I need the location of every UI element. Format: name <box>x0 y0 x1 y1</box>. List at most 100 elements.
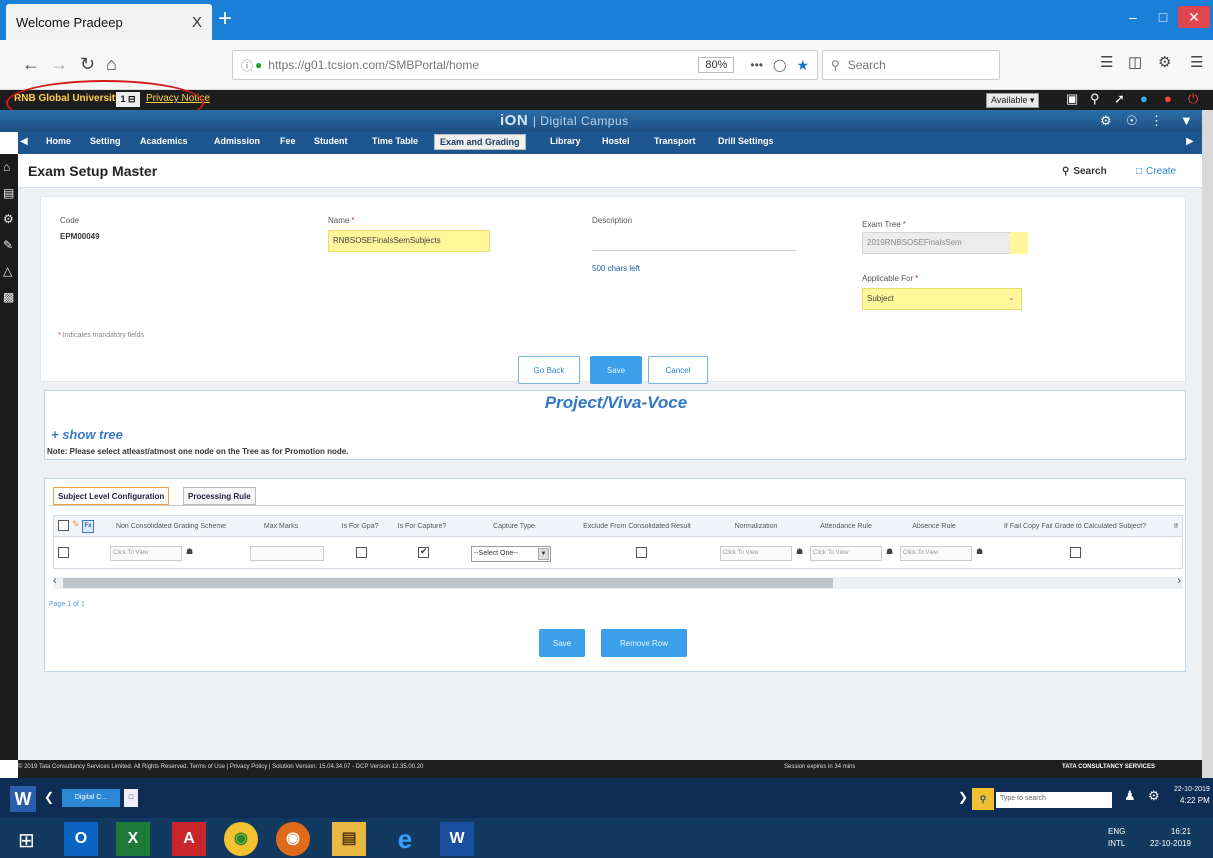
lookup-icon[interactable]: ☗ <box>886 547 893 556</box>
exam-tree-field[interactable]: 2019RNBSOSEFinalsSem <box>862 232 1012 254</box>
shield-icon[interactable]: ☉ <box>1126 113 1138 129</box>
scroll-right-icon[interactable]: › <box>1177 575 1181 587</box>
lookup-icon[interactable]: ☗ <box>796 547 803 556</box>
horizontal-scrollbar[interactable]: ‹ › <box>53 575 1183 589</box>
info-icon[interactable]: ⓘ <box>241 57 253 74</box>
home-small-icon[interactable]: ▣ <box>1066 91 1078 107</box>
lookup-icon[interactable]: ☗ <box>186 547 193 556</box>
absence-rule-input[interactable]: Click To View <box>900 546 972 561</box>
sidebar-icon[interactable]: ◫ <box>1128 53 1142 71</box>
menu-item-fee[interactable]: Fee <box>280 136 296 146</box>
taskbar-window-icon[interactable]: □ <box>124 789 138 807</box>
create-button[interactable]: □ Create <box>1136 166 1176 177</box>
extension-icon[interactable]: ⚙ <box>1158 53 1171 71</box>
internet-explorer-icon[interactable]: e <box>388 822 422 856</box>
taskbar-app-digital[interactable]: Digital C... <box>62 789 120 807</box>
rail-users-icon[interactable]: △ <box>3 264 12 278</box>
rail-document-icon[interactable]: ▤ <box>3 186 14 200</box>
browser-tab[interactable]: Welcome Pradeep X <box>6 4 212 40</box>
minimize-icon[interactable]: – <box>1118 6 1148 28</box>
search-button[interactable]: ⚲ Search <box>1062 166 1107 177</box>
word-icon[interactable]: W <box>440 822 474 856</box>
forward-icon[interactable]: → <box>50 52 68 76</box>
back-icon[interactable]: ← <box>22 52 40 76</box>
close-window-icon[interactable]: ✕ <box>1178 6 1210 28</box>
normalization-input[interactable]: Click To View <box>720 546 792 561</box>
is-for-capture-checkbox[interactable] <box>418 546 429 558</box>
capture-type-select[interactable]: --Select One-- ▼ <box>471 546 551 562</box>
library-icon[interactable]: ☰ <box>1100 53 1113 71</box>
menu-item-admission[interactable]: Admission <box>214 136 260 146</box>
exam-tree-picker[interactable] <box>1010 232 1028 254</box>
tab-close-icon[interactable]: X <box>192 14 202 31</box>
grading-scheme-input[interactable]: Click To View <box>110 546 182 561</box>
row-checkbox[interactable] <box>58 547 69 558</box>
acrobat-icon[interactable]: A <box>172 822 206 856</box>
attendance-rule-input[interactable]: Click To View <box>810 546 882 561</box>
menu-item-library[interactable]: Library <box>550 136 581 146</box>
rail-home-icon[interactable]: ⌂ <box>3 160 10 174</box>
firefox-icon[interactable]: ◉ <box>276 822 310 856</box>
help-icon[interactable]: ● <box>1140 91 1148 106</box>
save-button[interactable]: Save <box>590 356 642 384</box>
settings-gear-icon[interactable]: ⚙ <box>1148 788 1160 804</box>
bookmark-star-icon[interactable]: ★ <box>796 57 809 74</box>
remove-row-button[interactable]: Remove Row <box>601 629 687 657</box>
zoom-indicator[interactable]: 80% <box>698 57 735 73</box>
menu-item-exam-grading[interactable]: Exam and Grading <box>434 134 526 150</box>
pocket-icon[interactable]: ◯ <box>773 58 786 72</box>
taskbar-search-input[interactable]: Type to search <box>996 792 1112 808</box>
menu-item-setting[interactable]: Setting <box>90 136 121 146</box>
w-logo-icon[interactable]: W <box>10 786 36 812</box>
exclude-consolidated-checkbox[interactable] <box>636 547 647 558</box>
menu-item-timetable[interactable]: Time Table <box>372 136 418 146</box>
url-bar[interactable]: ⓘ ● https://g01.tcsion.com/SMBPortal/hom… <box>232 50 818 80</box>
browser-search-input[interactable]: ⚲ Search <box>822 50 1000 80</box>
maximize-icon[interactable]: □ <box>1150 6 1176 28</box>
fx-button[interactable]: Fx <box>82 520 94 533</box>
scroll-left-icon[interactable]: ‹ <box>53 575 57 587</box>
menu-icon[interactable]: ☰ <box>1190 53 1203 71</box>
menu-item-transport[interactable]: Transport <box>654 136 696 146</box>
fail-copy-checkbox[interactable] <box>1070 547 1081 558</box>
tab-subject-level-configuration[interactable]: Subject Level Configuration <box>53 487 170 505</box>
file-explorer-icon[interactable]: ▤ <box>332 822 366 856</box>
menu-item-home[interactable]: Home <box>46 136 71 146</box>
is-for-gpa-checkbox[interactable] <box>356 547 367 558</box>
menu-right-arrow-icon[interactable]: ▶ <box>1186 136 1194 147</box>
reload-icon[interactable]: ↻ <box>80 52 95 76</box>
show-tree-link[interactable]: + show tree <box>51 427 123 442</box>
page-actions-icon[interactable]: ••• <box>750 58 763 72</box>
chevron-left-icon[interactable]: ❮ <box>44 790 54 804</box>
tools-icon[interactable]: ➚ <box>1114 91 1125 107</box>
power-icon[interactable]: ⏻ <box>1188 91 1198 107</box>
outlook-icon[interactable]: O <box>64 822 98 856</box>
vertical-scrollbar[interactable] <box>1202 110 1213 778</box>
new-tab-icon[interactable]: + <box>218 6 232 32</box>
applicable-for-select[interactable]: Subject ⌄ <box>862 288 1022 310</box>
notification-icon[interactable]: ● <box>1164 91 1172 106</box>
people-icon[interactable]: ♟ <box>1124 788 1136 804</box>
select-all-checkbox[interactable] <box>58 520 69 531</box>
excel-icon[interactable]: X <box>116 822 150 856</box>
menu-item-drill-settings[interactable]: Drill Settings <box>718 136 774 146</box>
apps-icon[interactable]: ⋮ <box>1150 113 1163 129</box>
rail-print-icon[interactable]: ▩ <box>3 290 14 304</box>
availability-select[interactable]: Available ▾ <box>986 93 1040 108</box>
chrome-icon[interactable]: ◉ <box>224 822 258 856</box>
menu-item-hostel[interactable]: Hostel <box>602 136 630 146</box>
pencil-icon[interactable]: ✎ <box>72 519 82 529</box>
menu-item-academics[interactable]: Academics <box>140 136 188 146</box>
search-small-icon[interactable]: ⚲ <box>1090 91 1100 107</box>
chevron-right-icon[interactable]: ❯ <box>958 790 968 804</box>
go-back-button[interactable]: Go Back <box>518 356 580 384</box>
profile-icon[interactable]: ▼ <box>1180 113 1193 128</box>
windows-start-icon[interactable]: ⊞ <box>18 828 35 853</box>
menu-item-student[interactable]: Student <box>314 136 348 146</box>
tab-processing-rule[interactable]: Processing Rule <box>183 487 256 505</box>
rail-edit-icon[interactable]: ✎ <box>3 238 13 252</box>
grid-save-button[interactable]: Save <box>539 629 585 657</box>
description-field[interactable] <box>592 250 796 251</box>
language-indicator[interactable]: ENG INTL <box>1108 826 1125 850</box>
rail-settings-icon[interactable]: ⚙ <box>3 212 14 226</box>
